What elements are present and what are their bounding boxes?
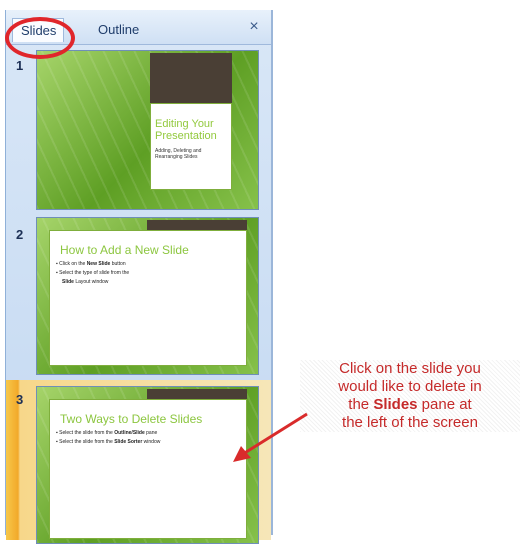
slide-title-box: Editing Your Presentation Adding, Deleti… [150,103,232,190]
callout-line-1: Click on the slide you [339,360,481,377]
slide-subtitle: Adding, Deleting and Rearranging Slides [155,148,202,160]
slide-number: 2 [16,227,24,242]
bullet-1: ▪ Select the slide from the Outline/Slid… [56,430,158,436]
tab-outline[interactable]: Outline [90,18,152,42]
slide-thumbnail-2[interactable]: 2 How to Add a New Slide ▪ Click on the … [6,217,271,382]
slide-number: 3 [16,392,24,407]
slide-thumbnail-1[interactable]: 1 Editing Your Presentation Adding, Dele… [6,50,271,215]
slide-dark-block [150,53,232,103]
instruction-callout: Click on the slide you would like to del… [300,360,520,432]
tab-outline-label: Outline [98,22,140,37]
bullet-2: ▪ Select the slide from the Slide Sorter… [56,439,161,445]
slide-title: Two Ways to Delete Slides [60,412,203,426]
slide-dark-tab [147,389,247,399]
callout-line-3: the Slides pane at [348,396,472,413]
slide-content-box: Two Ways to Delete Slides ▪ Select the s… [49,399,247,539]
slide-content-box: How to Add a New Slide ▪ Click on the Ne… [49,230,247,366]
slide-number: 1 [16,58,24,73]
slide-title: Editing Your Presentation [155,118,217,142]
bullet-2-cont: Slide Layout window [62,279,109,285]
bullet-1: ▪ Click on the New Slide button [56,261,126,267]
callout-line-4: the left of the screen [342,414,478,431]
callout-line-2: would like to delete in [338,378,482,395]
slide-title: How to Add a New Slide [60,243,189,257]
slide-dark-tab [147,220,247,230]
close-icon[interactable]: × [245,18,263,36]
red-circle-highlight [5,17,75,59]
slide-preview: How to Add a New Slide ▪ Click on the Ne… [36,217,259,375]
slide-preview: Editing Your Presentation Adding, Deleti… [36,50,259,210]
bullet-2: ▪ Select the type of slide from the [56,270,130,276]
red-arrow [233,412,308,462]
